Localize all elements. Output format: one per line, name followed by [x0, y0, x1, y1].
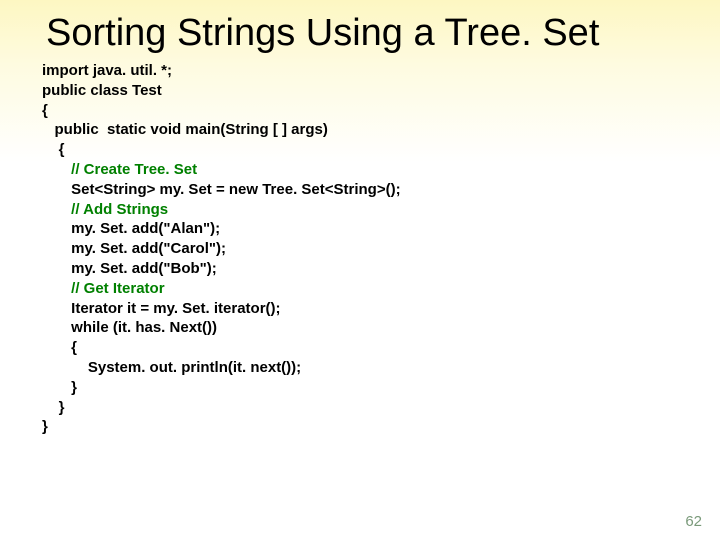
code-line: my. Set. add("Alan");: [42, 220, 220, 237]
code-line: Iterator it = my. Set. iterator();: [42, 300, 281, 317]
code-line: my. Set. add("Carol");: [42, 240, 226, 257]
code-line: public static void main(String [ ] args): [42, 121, 328, 138]
slide-title: Sorting Strings Using a Tree. Set: [0, 0, 720, 61]
code-block: import java. util. *; public class Test …: [0, 61, 720, 437]
code-line: public class Test: [42, 82, 162, 99]
code-comment: // Create Tree. Set: [42, 161, 197, 178]
code-comment: // Add Strings: [42, 201, 168, 218]
code-line: Set<String> my. Set = new Tree. Set<Stri…: [42, 181, 401, 198]
code-line: }: [42, 379, 77, 396]
code-line: while (it. has. Next()): [42, 319, 217, 336]
code-line: System. out. println(it. next());: [42, 359, 301, 376]
code-line: import java. util. *;: [42, 62, 172, 79]
code-line: }: [42, 418, 48, 435]
code-line: my. Set. add("Bob");: [42, 260, 217, 277]
code-comment: // Get Iterator: [42, 280, 165, 297]
slide: Sorting Strings Using a Tree. Set import…: [0, 0, 720, 540]
code-line: {: [42, 102, 48, 119]
page-number: 62: [685, 513, 702, 530]
code-line: {: [42, 339, 77, 356]
code-line: {: [42, 141, 65, 158]
code-line: }: [42, 399, 65, 416]
